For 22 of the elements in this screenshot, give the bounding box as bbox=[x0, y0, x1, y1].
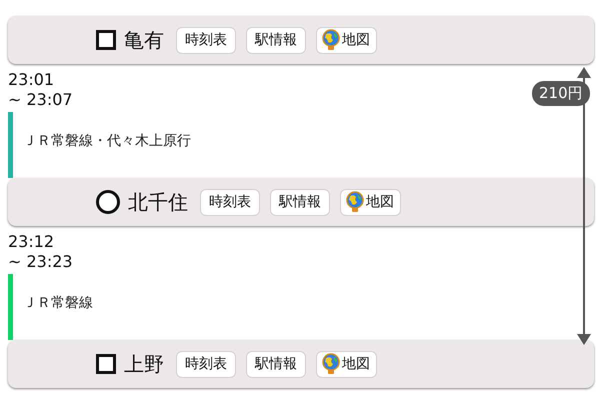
timetable-button[interactable]: 時刻表 bbox=[200, 188, 260, 216]
globe-icon bbox=[345, 191, 365, 213]
line-name: ＪＲ常磐線 bbox=[23, 294, 93, 312]
station-name: 上野 bbox=[124, 350, 164, 378]
station-info-button[interactable]: 駅情報 bbox=[270, 188, 330, 216]
globe-icon bbox=[321, 353, 341, 375]
globe-icon bbox=[321, 29, 341, 51]
arrival-time: ~ 23:07 bbox=[8, 90, 73, 110]
line-name: ＪＲ常磐線・代々木上原行 bbox=[23, 132, 191, 150]
departure-time: 23:01 bbox=[8, 70, 54, 90]
station-name: 北千住 bbox=[128, 188, 188, 216]
map-button[interactable]: 地図 bbox=[316, 350, 377, 378]
station-name: 亀有 bbox=[124, 26, 164, 54]
arrival-time: ~ 23:23 bbox=[8, 252, 73, 272]
station-info-button[interactable]: 駅情報 bbox=[246, 350, 306, 378]
timetable-button[interactable]: 時刻表 bbox=[176, 350, 236, 378]
map-button[interactable]: 地図 bbox=[340, 188, 401, 216]
timetable-button[interactable]: 時刻表 bbox=[176, 26, 236, 54]
station-info-button[interactable]: 駅情報 bbox=[246, 26, 306, 54]
departure-time: 23:12 bbox=[8, 232, 54, 252]
fare-label: 210円 bbox=[532, 81, 590, 106]
map-button[interactable]: 地図 bbox=[316, 26, 377, 54]
